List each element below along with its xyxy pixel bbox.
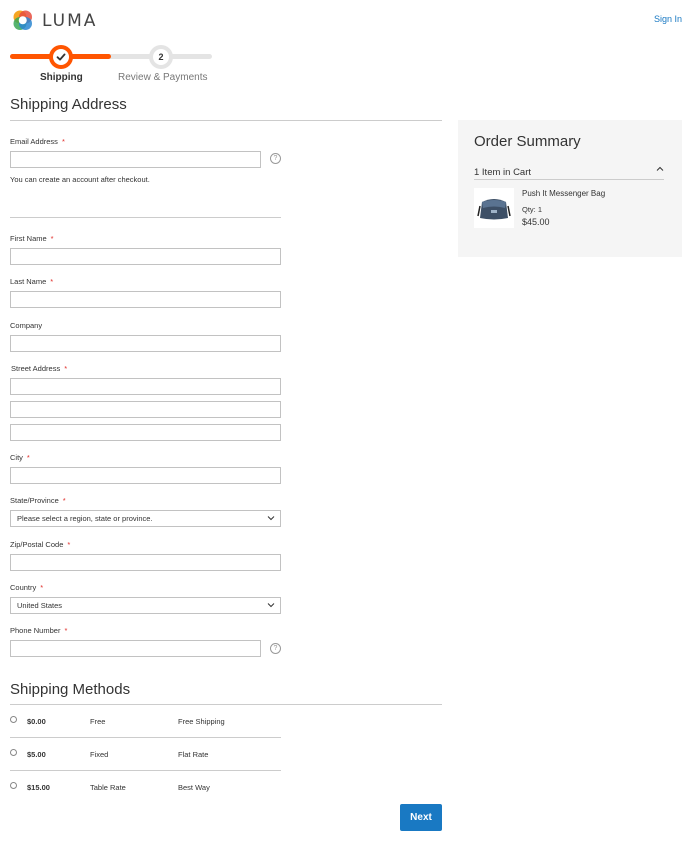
step-review-label[interactable]: Review & Payments bbox=[118, 72, 207, 83]
page-header: LUMA Sign In bbox=[0, 0, 688, 42]
street-line-2-field[interactable] bbox=[10, 401, 281, 418]
checkout-progress: 2 Shipping Review & Payments bbox=[10, 44, 212, 86]
chevron-down-icon bbox=[267, 516, 275, 521]
company-field[interactable] bbox=[10, 335, 281, 352]
phone-field[interactable] bbox=[10, 640, 261, 657]
shipping-method-row[interactable]: $15.00 Table Rate Best Way bbox=[10, 770, 281, 803]
country-selected-value: United States bbox=[17, 601, 63, 610]
email-help-icon[interactable]: ? bbox=[270, 153, 281, 164]
zip-label: Zip/Postal Code * bbox=[10, 540, 71, 549]
state-select[interactable]: Please select a region, state or provinc… bbox=[10, 510, 281, 527]
shipping-method-row[interactable]: $0.00 Free Free Shipping bbox=[10, 704, 281, 737]
method-type: Free bbox=[90, 717, 106, 726]
chevron-up-icon bbox=[656, 166, 664, 171]
phone-label: Phone Number * bbox=[10, 626, 68, 635]
method-price: $15.00 bbox=[27, 783, 50, 792]
check-icon bbox=[56, 53, 66, 60]
sign-in-link[interactable]: Sign In bbox=[654, 14, 682, 24]
state-selected-value: Please select a region, state or provinc… bbox=[17, 514, 153, 523]
chevron-down-icon bbox=[267, 603, 275, 608]
method-price: $0.00 bbox=[27, 717, 46, 726]
form-divider bbox=[10, 217, 281, 218]
order-summary: Order Summary 1 Item in Cart Push It Mes… bbox=[458, 120, 682, 257]
email-field[interactable] bbox=[10, 151, 261, 168]
street-address-label: Street Address * bbox=[11, 364, 68, 373]
street-line-1-field[interactable] bbox=[10, 378, 281, 395]
phone-help-icon[interactable]: ? bbox=[270, 643, 281, 654]
street-line-3-field[interactable] bbox=[10, 424, 281, 441]
method-type: Table Rate bbox=[90, 783, 126, 792]
method-radio[interactable] bbox=[10, 716, 17, 723]
cart-item-count: 1 Item in Cart bbox=[474, 167, 532, 178]
luma-logo-icon bbox=[13, 10, 32, 30]
step-shipping-marker[interactable] bbox=[49, 44, 73, 69]
product-quantity: Qty: 1 bbox=[522, 205, 543, 214]
first-name-field[interactable] bbox=[10, 248, 281, 265]
method-carrier: Free Shipping bbox=[178, 717, 225, 726]
shipping-method-row[interactable]: $5.00 Fixed Flat Rate bbox=[10, 737, 281, 770]
method-carrier: Flat Rate bbox=[178, 750, 209, 759]
product-thumbnail bbox=[474, 188, 514, 228]
method-radio[interactable] bbox=[10, 782, 17, 789]
method-type: Fixed bbox=[90, 750, 109, 759]
step-shipping-label[interactable]: Shipping bbox=[40, 72, 83, 83]
city-field[interactable] bbox=[10, 467, 281, 484]
shipping-address-title: Shipping Address bbox=[10, 96, 127, 113]
email-label: Email Address * bbox=[10, 137, 65, 146]
city-label: City * bbox=[10, 453, 30, 462]
summary-divider bbox=[474, 179, 664, 180]
country-select[interactable]: United States bbox=[10, 597, 281, 614]
last-name-label: Last Name * bbox=[10, 277, 54, 286]
step-number: 2 bbox=[153, 48, 169, 65]
method-radio[interactable] bbox=[10, 749, 17, 756]
order-summary-title: Order Summary bbox=[474, 133, 581, 150]
country-label: Country * bbox=[10, 583, 44, 592]
email-note: You can create an account after checkout… bbox=[10, 175, 150, 184]
company-label: Company bbox=[10, 321, 43, 330]
state-label: State/Province * bbox=[10, 496, 66, 505]
shipping-methods-title: Shipping Methods bbox=[10, 681, 131, 698]
product-price: $45.00 bbox=[522, 217, 550, 227]
next-button[interactable]: Next bbox=[400, 804, 442, 831]
luma-logo[interactable]: LUMA bbox=[10, 8, 97, 33]
method-carrier: Best Way bbox=[178, 783, 210, 792]
zip-field[interactable] bbox=[10, 554, 281, 571]
brand-name: LUMA bbox=[42, 10, 98, 31]
last-name-field[interactable] bbox=[10, 291, 281, 308]
first-name-label: First Name * bbox=[10, 234, 54, 243]
messenger-bag-image bbox=[477, 199, 511, 220]
step-review-marker[interactable]: 2 bbox=[149, 44, 173, 69]
method-price: $5.00 bbox=[27, 750, 46, 759]
cart-items-toggle[interactable]: 1 Item in Cart bbox=[474, 162, 664, 179]
section-divider bbox=[10, 120, 442, 121]
product-name: Push It Messenger Bag bbox=[522, 189, 606, 198]
